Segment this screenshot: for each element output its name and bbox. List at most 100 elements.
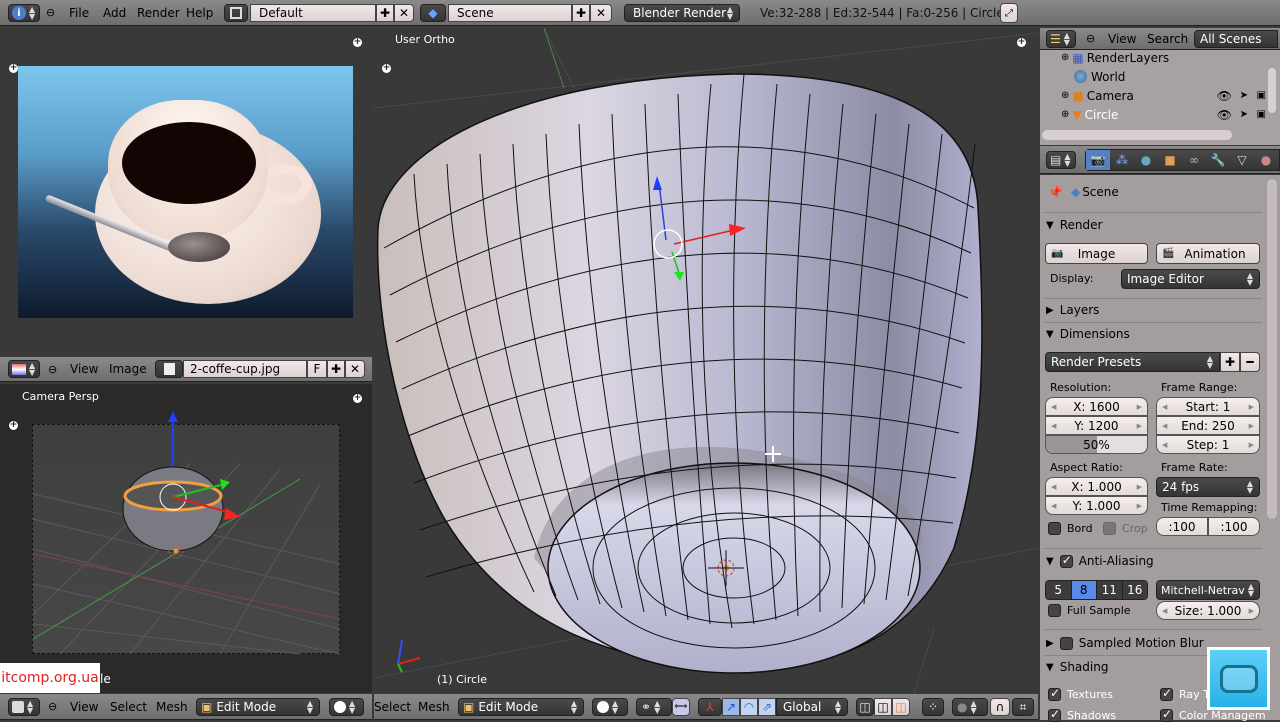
face-select-mode-button[interactable]: ◫ xyxy=(892,698,910,716)
visibility-eye-icon[interactable]: 👁 xyxy=(1217,89,1232,103)
add-layout-button[interactable]: ✚ xyxy=(376,4,394,22)
menu-render[interactable]: Render xyxy=(137,0,180,25)
add-preset-button[interactable]: ✚ xyxy=(1220,352,1240,372)
aa-sample-16[interactable]: 16 xyxy=(1122,581,1147,599)
tab-modifiers[interactable]: 🔧 xyxy=(1206,153,1230,167)
editor-type-3dview-button[interactable]: ▲ ▼ xyxy=(8,698,40,716)
image-name-field[interactable]: 2-coffe-cup.jpg xyxy=(183,360,307,378)
tab-constraints[interactable]: ∞ xyxy=(1182,153,1206,167)
time-remap-old-field[interactable]: :100 xyxy=(1156,517,1208,536)
render-camera-icon[interactable]: ▣ xyxy=(1257,109,1266,120)
menu-search[interactable]: Search xyxy=(1147,28,1188,49)
pin-icon[interactable]: 📌 xyxy=(1048,185,1063,199)
edge-select-mode-button[interactable]: ◫ xyxy=(874,698,892,716)
expand-icon[interactable]: ⊕ xyxy=(1061,90,1069,101)
rotate-manipulator-button[interactable]: ◠ xyxy=(740,698,758,716)
menu-add[interactable]: Add xyxy=(103,0,126,25)
render-engine-select[interactable]: Blender Render ▲ ▼ xyxy=(624,4,740,22)
aa-sample-8[interactable]: 8 xyxy=(1071,581,1097,599)
resolution-x-field[interactable]: ◀ X: 1600 ▶ xyxy=(1045,397,1148,416)
frame-start-field[interactable]: ◀ Start: 1 ▶ xyxy=(1156,397,1260,416)
aa-sample-11[interactable]: 11 xyxy=(1097,581,1123,599)
aa-filter-size-field[interactable]: ◀ Size: 1.000 ▶ xyxy=(1156,601,1260,620)
new-image-button[interactable]: ✚ xyxy=(327,360,345,378)
panel-anti-aliasing-header[interactable]: ▼ Anti-Aliasing xyxy=(1046,553,1154,569)
editor-type-properties-button[interactable]: ▤ ▲ ▼ xyxy=(1046,151,1076,169)
display-select[interactable]: Image Editor ▲ ▼ xyxy=(1121,269,1260,289)
select-arrow-icon[interactable]: ➤ xyxy=(1240,109,1248,120)
select-arrow-icon[interactable]: ➤ xyxy=(1240,90,1248,101)
limit-selection-button[interactable]: ⁘ xyxy=(922,698,944,716)
chat-widget-button[interactable] xyxy=(1207,647,1270,710)
properties-scrollbar[interactable] xyxy=(1267,179,1277,519)
full-sample-checkbox[interactable]: Full Sample xyxy=(1048,604,1131,617)
tab-world[interactable]: ● xyxy=(1134,153,1158,167)
menu-view[interactable]: View xyxy=(70,357,98,381)
remove-preset-button[interactable]: ━ xyxy=(1240,352,1260,372)
expand-panel-icon[interactable]: + xyxy=(353,38,362,47)
outliner-horizontal-scrollbar[interactable] xyxy=(1042,130,1232,140)
translate-manipulator-button[interactable]: ↗ xyxy=(722,698,740,716)
fake-user-button[interactable]: F xyxy=(307,360,327,378)
scene-field[interactable]: Scene xyxy=(448,4,572,22)
outliner-item-world[interactable]: World xyxy=(1040,67,1280,86)
panel-motion-blur-header[interactable]: ▶ Sampled Motion Blur xyxy=(1046,636,1204,650)
scale-manipulator-button[interactable]: ⇗ xyxy=(758,698,776,716)
expand-toolbar-icon[interactable]: + xyxy=(9,64,18,73)
ray-tracing-checkbox[interactable]: Ray T xyxy=(1160,686,1210,701)
delete-scene-button[interactable]: ✕ xyxy=(590,4,612,22)
snap-toggle-button[interactable]: ∩ xyxy=(990,698,1010,716)
editor-type-outliner-button[interactable]: ☰ ▲ ▼ xyxy=(1046,30,1076,48)
viewport-shading-select[interactable]: ▲ ▼ xyxy=(592,698,628,716)
tab-data[interactable]: ▽ xyxy=(1230,153,1254,167)
manipulate-center-points-button[interactable]: ⟺ xyxy=(672,698,690,716)
collapse-menu-icon[interactable]: ⊖ xyxy=(48,694,57,719)
display-mode-select[interactable]: All Scenes xyxy=(1194,30,1278,48)
menu-help[interactable]: Help xyxy=(186,0,213,25)
panel-dimensions-header[interactable]: ▼ Dimensions xyxy=(1046,327,1130,341)
menu-select[interactable]: Select xyxy=(374,694,411,719)
unlink-image-button[interactable]: ✕ xyxy=(345,360,365,378)
frame-end-field[interactable]: ◀ End: 250 ▶ xyxy=(1156,416,1260,435)
collapse-menu-icon[interactable]: ⊖ xyxy=(48,357,57,381)
transform-orientation-select[interactable]: Global ▲ ▼ xyxy=(776,698,848,716)
viewport-shading-select[interactable]: ▲ ▼ xyxy=(329,698,364,716)
menu-mesh[interactable]: Mesh xyxy=(418,694,450,719)
visibility-eye-icon[interactable]: 👁 xyxy=(1217,108,1232,122)
panel-render-header[interactable]: ▼ Render xyxy=(1046,218,1102,232)
motion-blur-checkbox[interactable] xyxy=(1059,636,1073,650)
aa-filter-select[interactable]: Mitchell-Netrav ▲ ▼ xyxy=(1156,580,1260,600)
pivot-point-select[interactable]: ⚭ ▲ ▼ xyxy=(636,698,672,716)
frame-rate-select[interactable]: 24 fps ▲ ▼ xyxy=(1156,477,1260,497)
image-editor[interactable]: + + xyxy=(0,28,372,355)
layout-field[interactable]: Default xyxy=(250,4,376,22)
mode-select[interactable]: ▣ Edit Mode ▲ ▼ xyxy=(458,698,584,716)
menu-file[interactable]: File xyxy=(69,0,89,25)
outliner-item-renderlayers[interactable]: ⊕ ▦ RenderLayers xyxy=(1040,48,1280,67)
camera-viewport[interactable]: Camera Persp + + xyxy=(0,384,372,693)
menu-image[interactable]: Image xyxy=(109,357,147,381)
panel-layers-header[interactable]: ▶ Layers xyxy=(1046,303,1099,317)
tab-material[interactable]: ● xyxy=(1254,153,1278,167)
layout-icon-button[interactable] xyxy=(224,4,248,22)
collapse-menu-icon[interactable]: ⊖ xyxy=(1086,28,1095,49)
snap-element-select[interactable]: ⌗ xyxy=(1012,698,1034,716)
editor-type-info-button[interactable]: i ▲ ▼ xyxy=(8,4,40,22)
expand-icon[interactable]: ⊕ xyxy=(1061,52,1069,63)
fullscreen-toggle-button[interactable]: ⤢ xyxy=(1000,3,1018,23)
crop-checkbox[interactable]: Crop xyxy=(1103,522,1148,535)
tab-object[interactable]: ■ xyxy=(1158,153,1182,167)
panel-shading-header[interactable]: ▼ Shading xyxy=(1046,660,1108,674)
tab-scene[interactable]: ⁂ xyxy=(1110,153,1134,167)
menu-mesh[interactable]: Mesh xyxy=(156,694,188,719)
menu-view[interactable]: View xyxy=(70,694,98,719)
mode-select[interactable]: ▣ Edit Mode ▲ ▼ xyxy=(196,698,320,716)
render-image-button[interactable]: 📷 Image xyxy=(1045,243,1148,264)
scene-icon-button[interactable]: ◆ xyxy=(420,4,446,22)
render-presets-select[interactable]: Render Presets ▲ ▼ xyxy=(1045,352,1220,372)
aa-sample-5[interactable]: 5 xyxy=(1046,581,1072,599)
editor-type-image-button[interactable]: ▲ ▼ xyxy=(8,360,40,378)
expand-icon[interactable]: ⊕ xyxy=(1061,109,1069,120)
anti-aliasing-checkbox[interactable] xyxy=(1059,553,1073,568)
aspect-y-field[interactable]: ◀ Y: 1.000 ▶ xyxy=(1045,496,1148,515)
